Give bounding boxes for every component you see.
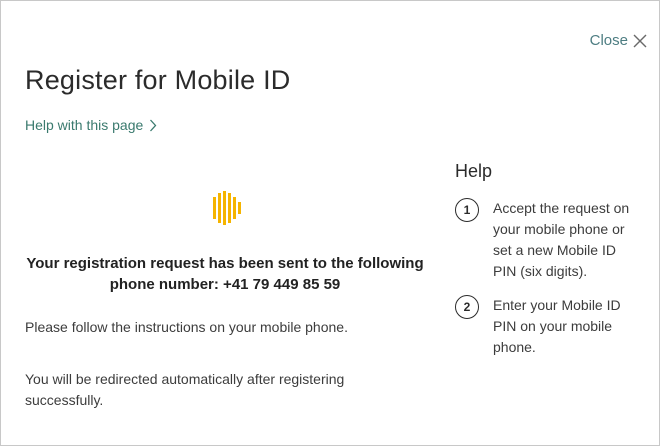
help-link-label: Help with this page	[25, 117, 144, 133]
help-step: 1 Accept the request on your mobile phon…	[455, 198, 655, 282]
help-panel: Help 1 Accept the request on your mobile…	[455, 161, 655, 371]
step-text: Accept the request on your mobile phone …	[493, 200, 630, 279]
close-button[interactable]: Close	[590, 32, 647, 49]
step-number-badge: 1	[455, 198, 479, 222]
help-link[interactable]: Help with this page	[25, 117, 157, 133]
step-text: Enter your Mobile ID PIN on your mobile …	[493, 297, 621, 355]
instruction-follow: Please follow the instructions on your m…	[25, 319, 348, 335]
chevron-right-icon	[150, 119, 157, 131]
registration-dialog: Close Register for Mobile ID Help with t…	[0, 0, 660, 446]
loading-bars-icon	[213, 191, 241, 225]
step-number-badge: 2	[455, 295, 479, 319]
close-label: Close	[589, 32, 628, 49]
help-step: 2 Enter your Mobile ID PIN on your mobil…	[455, 295, 655, 358]
status-message: Your registration request has been sent …	[26, 255, 424, 293]
page-title: Register for Mobile ID	[25, 65, 291, 95]
close-icon	[633, 34, 647, 47]
instruction-redirect: You will be redirected automatically aft…	[25, 371, 345, 408]
help-title: Help	[455, 161, 493, 181]
